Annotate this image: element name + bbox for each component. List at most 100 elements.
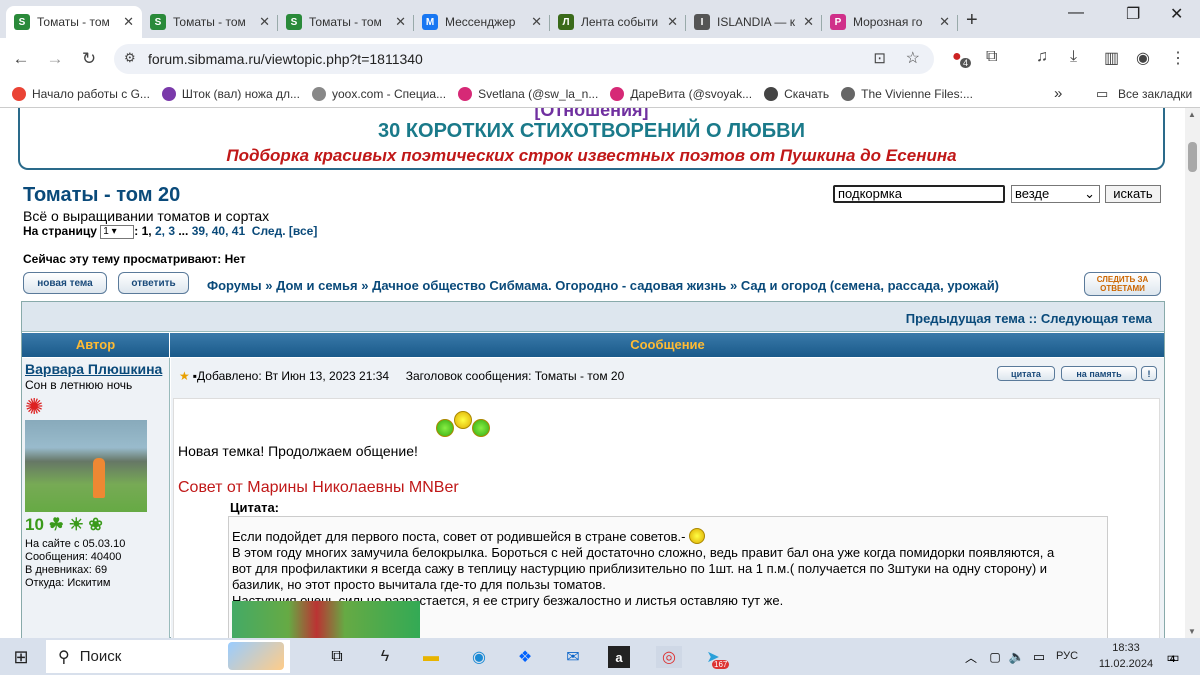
ad-banner[interactable]: [Отношения] 30 КОРОТКИХ СТИХОТВОРЕНИЙ О … xyxy=(18,108,1165,170)
profile-avatar[interactable]: ◉ xyxy=(1136,48,1150,68)
watch-topic-button[interactable]: СЛЕДИТЬ ЗА ОТВЕТАМИ xyxy=(1084,272,1161,296)
browser-tab-4[interactable]: Л Лента событи ✕ xyxy=(550,6,686,38)
search-scope-select[interactable]: везде ⌄ xyxy=(1011,185,1100,203)
back-icon[interactable]: ← xyxy=(4,49,38,69)
new-topic-button[interactable]: новая тема xyxy=(23,272,107,294)
search-input[interactable]: подкормка xyxy=(833,185,1005,203)
next-topic-link[interactable]: Следующая тема xyxy=(1041,311,1152,326)
banner-subtitle: Подборка красивых поэтических строк изве… xyxy=(226,146,957,165)
scroll-up-icon[interactable]: ▲ xyxy=(1188,110,1196,119)
bookmark-item[interactable]: ДареВита (@svoyak... xyxy=(610,86,753,101)
app-lightning-icon[interactable]: ϟ xyxy=(374,646,396,668)
reload-icon[interactable]: ↻ xyxy=(72,49,106,69)
volume-icon[interactable]: 🔈 xyxy=(1006,646,1028,668)
bookmark-item[interactable]: The Vivienne Files:... xyxy=(841,86,973,101)
taskbar-search[interactable]: ⚲ Поиск xyxy=(46,640,290,673)
next-page-link[interactable]: След. xyxy=(252,224,286,238)
browser-tab-0[interactable]: S Томаты - том ✕ xyxy=(6,6,142,38)
crumb-home-family[interactable]: Дом и семья xyxy=(276,278,358,293)
memo-button[interactable]: на память xyxy=(1061,366,1137,381)
crumb-dacha[interactable]: Дачное общество Сибмама. Огородно - садо… xyxy=(372,278,726,293)
page-link-40[interactable]: 40, xyxy=(212,224,229,238)
tab-title: Томаты - том xyxy=(37,15,110,29)
task-view-icon[interactable]: ⧉ xyxy=(326,646,348,668)
all-pages-link[interactable]: [все] xyxy=(289,224,317,238)
page-link-2[interactable]: 2, xyxy=(155,224,165,238)
page-scrollbar[interactable]: ▲ ▼ xyxy=(1185,108,1200,638)
page-select[interactable]: 1 ▾ xyxy=(100,224,135,239)
dropbox-icon[interactable]: ❖ xyxy=(514,646,536,668)
more-bookmarks-icon[interactable]: » xyxy=(1054,85,1062,102)
tab-close-icon[interactable]: ✕ xyxy=(803,14,814,30)
page-link-3[interactable]: 3 xyxy=(168,224,175,238)
file-explorer-icon[interactable]: ▬ xyxy=(420,646,442,668)
browser-tab-6[interactable]: P Морозная го ✕ xyxy=(822,6,958,38)
tab-close-icon[interactable]: ✕ xyxy=(123,14,134,30)
browser-tab-2[interactable]: S Томаты - том ✕ xyxy=(278,6,414,38)
avatar[interactable] xyxy=(25,420,147,512)
bookmark-item[interactable]: Шток (вал) ножа дл... xyxy=(161,86,300,101)
media-icon[interactable]: ♫ xyxy=(1036,48,1048,66)
browser-tab-1[interactable]: S Томаты - том ✕ xyxy=(142,6,278,38)
bookmark-label: ДареВита (@svoyak... xyxy=(630,86,753,101)
group-smiley-icon xyxy=(436,409,492,445)
site-info-icon[interactable]: ⚙ xyxy=(124,50,136,66)
clock[interactable]: 18:33 11.02.2024 xyxy=(1098,640,1154,672)
browser-tab-5[interactable]: I ISLANDIA — к ✕ xyxy=(686,6,822,38)
amazon-icon[interactable]: a xyxy=(608,646,630,668)
bookmark-item[interactable]: Svetlana (@sw_la_n... xyxy=(458,86,598,101)
forward-icon[interactable]: → xyxy=(38,49,72,69)
tray-app-icon[interactable]: ▢ xyxy=(984,646,1006,668)
mail-icon[interactable]: ✉ xyxy=(562,646,584,668)
browser-tab-3[interactable]: M Мессенджер ✕ xyxy=(414,6,550,38)
tab-close-icon[interactable]: ✕ xyxy=(531,14,542,30)
new-tab-button[interactable]: + xyxy=(966,9,978,32)
report-button[interactable]: ! xyxy=(1141,366,1157,381)
tab-close-icon[interactable]: ✕ xyxy=(395,14,406,30)
side-panel-icon[interactable]: ▥ xyxy=(1104,48,1119,68)
close-window-icon[interactable]: ✕ xyxy=(1170,4,1183,24)
user-badges: 10 ☘ ☀ ❀ xyxy=(25,515,103,534)
crumb-forums[interactable]: Форумы xyxy=(207,278,262,293)
quote-button[interactable]: цитата xyxy=(997,366,1055,381)
page-link-39[interactable]: 39, xyxy=(192,224,209,238)
tray-chevron-icon[interactable]: ︿ xyxy=(960,646,982,668)
bookmark-item[interactable]: yoox.com - Специа... xyxy=(311,86,446,101)
download-icon[interactable]: ⤓ xyxy=(1070,48,1077,66)
install-app-icon[interactable]: ⊡ xyxy=(873,49,886,67)
bookmark-star-icon[interactable]: ☆ xyxy=(906,48,920,68)
bookmark-item[interactable]: Скачать xyxy=(764,86,829,101)
bookmark-label: Шток (вал) ножа дл... xyxy=(181,86,300,101)
all-bookmarks-link[interactable]: Все закладки xyxy=(1118,87,1192,101)
edge-icon[interactable]: ◉ xyxy=(468,646,490,668)
banner-title[interactable]: 30 КОРОТКИХ СТИХОТВОРЕНИЙ О ЛЮБВИ xyxy=(20,120,1163,143)
tab-close-icon[interactable]: ✕ xyxy=(667,14,678,30)
scrollbar-thumb[interactable] xyxy=(1188,142,1197,172)
reply-button[interactable]: ответить xyxy=(118,272,189,294)
bookmark-label: The Vivienne Files:... xyxy=(861,86,973,101)
prev-topic-link[interactable]: Предыдущая тема xyxy=(906,311,1025,326)
extensions-puzzle-icon[interactable]: ⧉ xyxy=(986,48,997,66)
page-link-41[interactable]: 41 xyxy=(232,224,245,238)
tab-close-icon[interactable]: ✕ xyxy=(259,14,270,30)
maximize-icon[interactable]: ❐ xyxy=(1126,4,1140,24)
member-since: На сайте с 05.03.10 xyxy=(25,538,126,550)
bookmark-favicon-icon xyxy=(12,86,26,101)
author-name[interactable]: Варвара Плюшкина xyxy=(25,361,162,377)
minimize-icon[interactable]: — xyxy=(1068,4,1084,22)
menu-dots-icon[interactable]: ⋮ xyxy=(1170,48,1186,68)
network-icon[interactable]: ▭ xyxy=(1028,646,1050,668)
bookmark-item[interactable]: Начало работы с G... xyxy=(12,86,150,101)
windows-start-icon[interactable]: ⊞ xyxy=(10,646,32,668)
search-button[interactable]: искать xyxy=(1105,185,1161,203)
topic-title[interactable]: Томаты - том 20 xyxy=(23,184,180,207)
tab-close-icon[interactable]: ✕ xyxy=(939,14,950,30)
crumb-garden[interactable]: Сад и огород (семена, рассада, урожай) xyxy=(741,278,999,293)
message-panel: ★ ▪Добавлено: Вт Июн 13, 2023 21:34 Загол… xyxy=(171,358,1164,638)
garden-photo[interactable] xyxy=(232,601,420,638)
chrome-icon[interactable]: ◎ xyxy=(656,646,682,668)
scroll-down-icon[interactable]: ▼ xyxy=(1188,627,1196,636)
breadcrumb: Форумы » Дом и семья » Дачное общество С… xyxy=(207,278,1000,293)
address-bar[interactable]: ⚙ forum.sibmama.ru/viewtopic.php?t=18113… xyxy=(114,44,934,74)
language-indicator[interactable]: РУС xyxy=(1056,648,1078,664)
